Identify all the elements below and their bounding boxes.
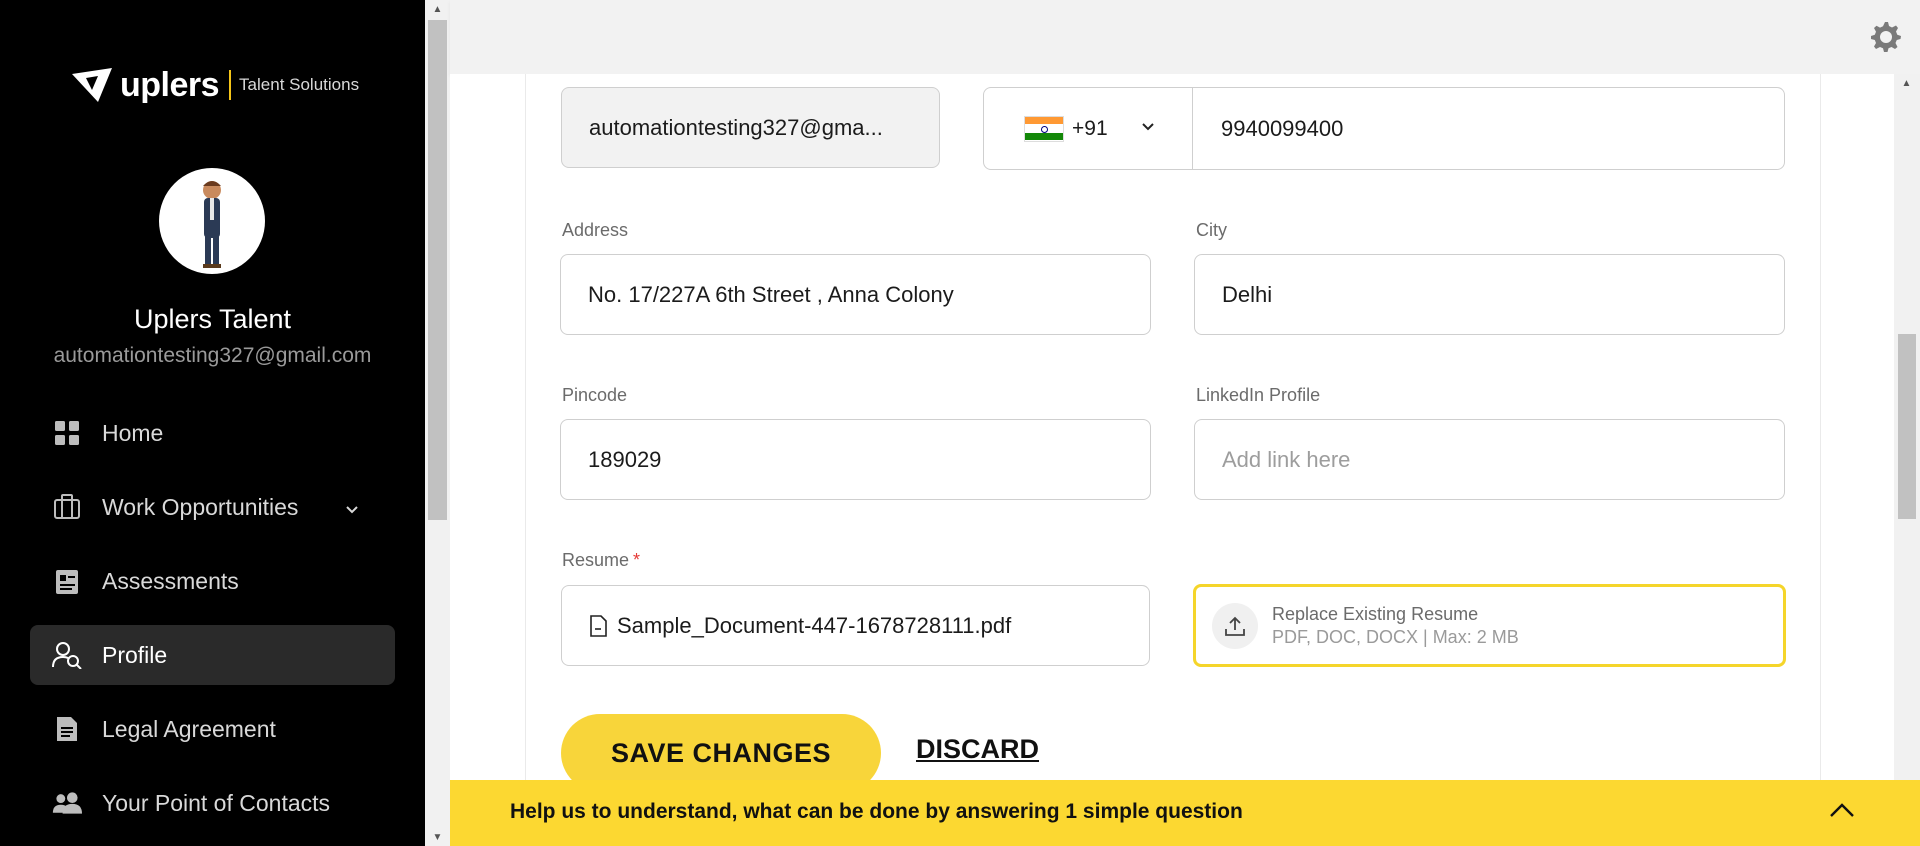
- email-value: automationtesting327@gma...: [589, 114, 883, 140]
- chevron-down-icon: [1140, 117, 1156, 141]
- country-code-select[interactable]: +91: [984, 88, 1193, 169]
- feedback-banner[interactable]: Help us to understand, what can be done …: [450, 780, 1920, 846]
- content-scrollbar-thumb[interactable]: [1898, 334, 1916, 519]
- sidebar-item-assessments[interactable]: Assessments: [30, 551, 395, 611]
- sidebar: uplers Talent Solutions Uplers Talent au…: [0, 0, 425, 846]
- chevron-down-icon[interactable]: [344, 497, 360, 524]
- resume-file-name: Sample_Document-447-1678728111.pdf: [617, 612, 1012, 638]
- sidebar-scrollbar-thumb[interactable]: [428, 20, 447, 520]
- upload-text: Replace Existing Resume PDF, DOC, DOCX |…: [1272, 604, 1519, 648]
- address-input[interactable]: No. 17/227A 6th Street , Anna Colony: [560, 254, 1151, 335]
- pincode-value: 189029: [588, 446, 662, 472]
- email-field: automationtesting327@gma...: [561, 87, 940, 168]
- city-input[interactable]: Delhi: [1194, 254, 1785, 335]
- replace-resume-upload[interactable]: Replace Existing Resume PDF, DOC, DOCX |…: [1193, 584, 1786, 667]
- logo-tagline: Talent Solutions: [239, 75, 360, 94]
- contacts-icon: [52, 788, 82, 818]
- country-code-value: +91: [1072, 116, 1108, 140]
- resume-label: Resume *: [562, 550, 640, 571]
- user-name: Uplers Talent: [133, 304, 292, 334]
- upload-icon: [1212, 602, 1258, 649]
- phone-number-value: 9940099400: [1221, 115, 1344, 141]
- sidebar-item-label: Work Opportunities: [102, 493, 299, 520]
- sidebar-item-legal-agreement[interactable]: Legal Agreement: [30, 699, 395, 759]
- india-flag-icon: [1024, 115, 1064, 142]
- clipboard-icon: [52, 566, 82, 596]
- linkedin-input[interactable]: Add link here: [1194, 419, 1785, 500]
- sidebar-item-label: Legal Agreement: [102, 715, 276, 742]
- scroll-up-arrow-icon[interactable]: ▲: [1894, 74, 1919, 92]
- sidebar-scrollbar[interactable]: ▲ ▼: [425, 0, 450, 846]
- linkedin-placeholder: Add link here: [1222, 446, 1351, 472]
- logo-divider: [229, 70, 232, 100]
- address-label: Address: [562, 220, 629, 240]
- banner-text: Help us to understand, what can be done …: [510, 800, 1243, 823]
- resume-file-field[interactable]: Sample_Document-447-1678728111.pdf: [561, 585, 1150, 666]
- sidebar-item-work-opportunities[interactable]: Work Opportunities: [30, 477, 395, 537]
- content-scrollbar[interactable]: ▲: [1894, 74, 1920, 780]
- phone-number-input[interactable]: 9940099400: [1193, 88, 1784, 169]
- brand-logo[interactable]: uplers Talent Solutions: [68, 64, 359, 106]
- required-mark: *: [633, 550, 641, 570]
- sidebar-item-home[interactable]: Home: [30, 403, 395, 463]
- avatar[interactable]: [159, 168, 265, 274]
- user-email: automationtesting327@gmail.com: [53, 344, 372, 367]
- discard-button[interactable]: DISCARD: [916, 734, 1039, 765]
- uplers-logo-icon: [72, 68, 112, 102]
- logo-wordmark: uplers: [120, 65, 220, 104]
- upload-hint: PDF, DOC, DOCX | Max: 2 MB: [1272, 626, 1519, 647]
- city-value: Delhi: [1222, 281, 1273, 307]
- address-value: No. 17/227A 6th Street , Anna Colony: [588, 281, 954, 307]
- phone-field: +91 9940099400: [983, 87, 1785, 170]
- scroll-up-arrow-icon[interactable]: ▲: [425, 0, 450, 18]
- scroll-down-arrow-icon[interactable]: ▼: [425, 828, 450, 846]
- city-label: City: [1196, 220, 1227, 240]
- document-icon: [52, 714, 82, 744]
- sidebar-item-label: Profile: [102, 641, 168, 668]
- top-bar: [450, 0, 1920, 74]
- user-search-icon: [52, 640, 82, 670]
- avatar-character-icon: [203, 181, 221, 268]
- resume-label-text: Resume: [562, 550, 630, 570]
- sidebar-item-label: Your Point of Contacts: [102, 789, 331, 816]
- pincode-input[interactable]: 189029: [560, 419, 1151, 500]
- sidebar-item-label: Home: [102, 419, 164, 446]
- upload-title: Replace Existing Resume: [1272, 603, 1479, 624]
- sidebar-nav: Home Work Opportunities Assessments Prof…: [30, 403, 395, 846]
- sidebar-item-point-of-contacts[interactable]: Your Point of Contacts: [30, 773, 395, 833]
- linkedin-label: LinkedIn Profile: [1196, 385, 1321, 405]
- chevron-up-icon[interactable]: [1828, 800, 1856, 825]
- grid-icon: [52, 418, 82, 448]
- pincode-label: Pincode: [562, 385, 628, 405]
- sidebar-item-label: Assessments: [102, 567, 239, 594]
- file-icon: [589, 614, 607, 637]
- gear-icon[interactable]: [1869, 20, 1901, 52]
- sidebar-item-profile[interactable]: Profile: [30, 625, 395, 685]
- briefcase-icon: [52, 492, 82, 522]
